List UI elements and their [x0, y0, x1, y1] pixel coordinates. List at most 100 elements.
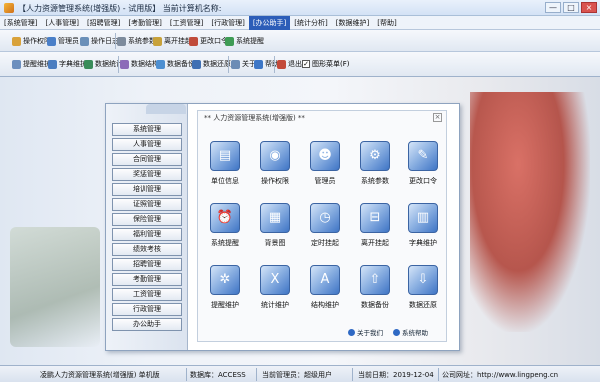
tool-restore-button[interactable]: 数据还原	[192, 54, 231, 74]
menu-personnel[interactable]: [人事管理]	[41, 16, 82, 30]
info-icon	[348, 328, 355, 336]
statistics-maint-icon: X	[260, 265, 290, 295]
tool-suspend-button[interactable]: 离开挂起	[153, 31, 192, 51]
nav-recruit[interactable]: 招聘管理	[112, 258, 182, 271]
tool-backup-button[interactable]: 数据备份	[156, 54, 195, 74]
func-away-suspend[interactable]: ⊟ 离开挂起	[350, 203, 400, 261]
icon-label: 离开挂起	[361, 239, 389, 247]
nav-contract[interactable]: 合同管理	[112, 153, 182, 166]
func-dictionary[interactable]: ▥ 字典维护	[398, 203, 448, 261]
tool-label: 系统参数	[128, 37, 156, 45]
permission-icon: ◉	[260, 141, 290, 171]
icon-label: 系统提醒	[211, 239, 239, 247]
icon-glyph: ◉	[269, 148, 281, 163]
nav-system[interactable]: 系统管理	[112, 123, 182, 136]
nav-reward[interactable]: 奖惩管理	[112, 168, 182, 181]
away-lock-icon: ⊟	[360, 203, 390, 233]
system-help-link[interactable]: 系统帮助	[393, 327, 428, 337]
dictionary-icon	[48, 59, 57, 69]
nav-insurance[interactable]: 保险管理	[112, 213, 182, 226]
status-database: 数据库：ACCESS	[190, 371, 246, 379]
menu-statistics[interactable]: [统计分析]	[290, 16, 331, 30]
menu-system[interactable]: [系统管理]	[0, 16, 41, 30]
tool-label: 数据还原	[203, 60, 231, 68]
func-reminder-maint[interactable]: ✲ 提醒维护	[200, 265, 250, 323]
nav-personnel[interactable]: 人事管理	[112, 138, 182, 151]
menu-attendance[interactable]: [考勤管理]	[124, 16, 165, 30]
nav-attendance[interactable]: 考勤管理	[112, 273, 182, 286]
tool-about-button[interactable]: 关于	[231, 54, 256, 74]
func-background[interactable]: ▦ 背景图	[250, 203, 300, 261]
panel-close-button[interactable]: ×	[433, 113, 442, 122]
panel-title: ** 人力资源管理系统(增强版) **	[204, 114, 305, 122]
structure-icon	[120, 59, 129, 69]
func-reminder[interactable]: ⏰ 系统提醒	[200, 203, 250, 261]
tool-label: 离开挂起	[164, 37, 192, 45]
help-icon	[254, 59, 263, 69]
func-company-info[interactable]: ▤ 单位信息	[200, 141, 250, 199]
tool-password-button[interactable]: 更改口令	[189, 31, 228, 51]
tool-permission-button[interactable]: 操作权限	[12, 31, 51, 51]
nav-training[interactable]: 培训管理	[112, 183, 182, 196]
menu-salary[interactable]: [工资管理]	[166, 16, 207, 30]
nav-office-assistant[interactable]: 办公助手	[112, 318, 182, 331]
minimize-button[interactable]: —	[545, 2, 561, 13]
func-permission[interactable]: ◉ 操作权限	[250, 141, 300, 199]
tool-log-button[interactable]: 操作日志	[80, 31, 119, 51]
toolbar-divider	[118, 56, 119, 73]
status-divider	[352, 368, 353, 381]
tool-reminder-button[interactable]: 系统提醒	[225, 31, 264, 51]
menu-admin[interactable]: [行政管理]	[207, 16, 248, 30]
menu-help[interactable]: [帮助]	[373, 16, 400, 30]
maximize-button[interactable]: □	[563, 2, 579, 13]
tool-admin-button[interactable]: 管理员	[47, 31, 79, 51]
nav-license[interactable]: 证照管理	[112, 198, 182, 211]
log-icon	[80, 36, 89, 46]
func-restore[interactable]: ⇩ 数据还原	[398, 265, 448, 323]
backup-icon	[156, 59, 165, 69]
close-button[interactable]: ×	[581, 2, 597, 13]
nav-welfare[interactable]: 福利管理	[112, 228, 182, 241]
about-us-label: 关于我们	[357, 329, 383, 337]
upload-icon: ⇧	[360, 265, 390, 295]
tool-exit-button[interactable]: 退出	[277, 54, 302, 74]
company-info-icon: ▤	[210, 141, 240, 171]
func-admin[interactable]: ☻ 管理员	[300, 141, 350, 199]
menu-office-assistant[interactable]: [办公助手]	[248, 16, 291, 30]
icon-label: 单位信息	[211, 177, 239, 185]
nav-administration[interactable]: 行政管理	[112, 303, 182, 316]
nav-salary[interactable]: 工资管理	[112, 288, 182, 301]
tool-help-button[interactable]: 帮助	[254, 54, 279, 74]
icon-glyph: ◷	[319, 210, 331, 225]
icon-label: 数据备份	[361, 301, 389, 309]
window-title: 【人力资源管理系统(增强版) - 试用版】 当前计算机名称:	[18, 4, 222, 13]
func-backup[interactable]: ⇧ 数据备份	[350, 265, 400, 323]
alarm-icon: ⏰	[210, 203, 240, 233]
download-icon: ⇩	[408, 265, 438, 295]
tool-label: 管理员	[58, 37, 79, 45]
bell-icon	[225, 36, 234, 46]
key-icon	[12, 36, 21, 46]
app-icon	[4, 3, 14, 13]
func-statistics-maint[interactable]: X 统计维护	[250, 265, 300, 323]
tool-reminder-maint-button[interactable]: 提醒维护	[12, 54, 51, 74]
tool-dictionary-button[interactable]: 字典维护	[48, 54, 87, 74]
tool-label: 数据备份	[167, 60, 195, 68]
about-us-link[interactable]: 关于我们	[348, 327, 383, 337]
graphic-menu-checkbox[interactable]: ✓ 图形菜单(F)	[302, 59, 350, 69]
icon-glyph: A	[320, 272, 330, 287]
func-settings[interactable]: ⚙ 系统参数	[350, 141, 400, 199]
status-user: 当前管理员：超级用户	[262, 371, 332, 379]
icon-glyph: ⇧	[369, 272, 381, 287]
func-change-password[interactable]: ✎ 更改口令	[398, 141, 448, 199]
books-icon: ▥	[408, 203, 438, 233]
func-timed-suspend[interactable]: ◷ 定时挂起	[300, 203, 350, 261]
tool-params-button[interactable]: 系统参数	[117, 31, 156, 51]
menu-recruit[interactable]: [招聘管理]	[83, 16, 124, 30]
nav-performance[interactable]: 绩效考核	[112, 243, 182, 256]
func-structure-maint[interactable]: A 结构维护	[300, 265, 350, 323]
tool-structure-button[interactable]: 数据结构	[120, 54, 159, 74]
icon-label: 背景图	[264, 239, 286, 247]
menu-data-maintenance[interactable]: [数据维护]	[332, 16, 373, 30]
toolbar-divider	[115, 33, 116, 49]
